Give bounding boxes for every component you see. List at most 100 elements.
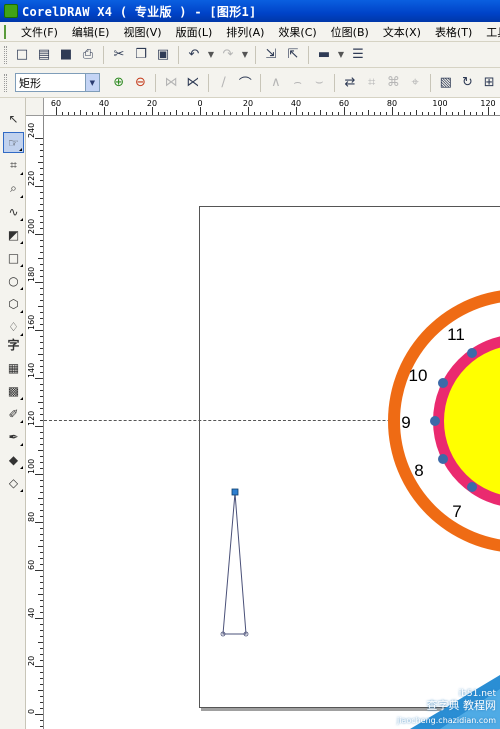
menu-bar: 文件(F) 编辑(E) 视图(V) 版面(L) 排列(A) 效果(C) 位图(B… (0, 22, 500, 42)
ruler-tick (40, 342, 43, 343)
redo-icon[interactable]: ↷ (217, 44, 239, 66)
ruler-tick (35, 666, 43, 667)
toolbar-grip[interactable] (4, 73, 7, 92)
watermark-url: jiaocheng.chazidian.com (396, 716, 496, 725)
ruler-tick (152, 107, 153, 115)
separator (429, 73, 431, 92)
add-node-icon[interactable]: ⊕ (108, 72, 130, 94)
table-tool-icon[interactable]: ▦ (3, 357, 24, 378)
ellipse-tool-icon[interactable]: ○ (3, 270, 24, 291)
ruler-tick (40, 534, 43, 535)
drawing-canvas[interactable]: 11 10 9 8 7 ib51.net 查字典 教程网 jiaocheng.c… (44, 116, 500, 729)
menu-view[interactable]: 视图(V) (116, 24, 168, 40)
outline-tool-icon[interactable]: ✒ (3, 426, 24, 447)
ruler-tick (35, 522, 43, 523)
clock-hand-shape[interactable] (220, 488, 249, 637)
undo-icon[interactable]: ↶ (183, 44, 205, 66)
application-launcher-icon[interactable]: ▬ (313, 44, 335, 66)
interactive-fill-icon[interactable]: ◇ (3, 472, 24, 493)
ruler-tick (40, 420, 43, 421)
zoom-tool-icon[interactable]: ⌕ (3, 178, 24, 199)
coreldraw-app-icon[interactable] (4, 4, 18, 18)
shape-type-select[interactable]: 矩形 ▼ (14, 73, 100, 92)
ruler-tick (35, 570, 43, 571)
ruler-tick (35, 714, 43, 715)
ruler-tick (272, 110, 273, 115)
break-curve-icon[interactable]: ⋉ (182, 72, 204, 94)
options-icon[interactable]: ☰ (347, 44, 369, 66)
eyedropper-tool-icon[interactable]: ✐ (3, 403, 24, 424)
smooth-node-icon[interactable]: ⌢ (287, 72, 309, 94)
ruler-tick (40, 246, 43, 247)
pick-tool-icon[interactable]: ↖ (3, 108, 24, 129)
redo-dropdown-icon[interactable]: ▼ (239, 44, 251, 66)
ruler-tick (40, 516, 43, 517)
menu-file[interactable]: 文件(F) (14, 24, 65, 40)
text-tool-icon[interactable]: 字 (3, 334, 24, 355)
ruler-origin[interactable] (26, 98, 44, 116)
align-nodes-icon[interactable]: ⊞ (478, 72, 500, 94)
rotate-nodes-icon[interactable]: ↻ (457, 72, 479, 94)
chevron-down-icon[interactable]: ▼ (84, 74, 99, 91)
ruler-tick (40, 702, 43, 703)
menu-tools[interactable]: 工具 (479, 24, 500, 40)
reverse-direction-icon[interactable]: ⇄ (339, 72, 361, 94)
ruler-tick (38, 642, 43, 643)
convert-to-curve-icon[interactable]: ⌒ (234, 72, 256, 94)
save-icon[interactable]: ■ (55, 44, 77, 66)
ruler-label: 20 (27, 655, 36, 666)
fill-tool-icon[interactable]: ◆ (3, 449, 24, 470)
extend-curve-icon[interactable]: ⌗ (361, 72, 383, 94)
separator (207, 73, 209, 92)
delete-node-icon[interactable]: ⊖ (130, 72, 152, 94)
import-icon[interactable]: ⇲ (260, 44, 282, 66)
rectangle-tool-icon[interactable]: □ (3, 247, 24, 268)
smart-fill-icon[interactable]: ◩ (3, 224, 24, 245)
menu-table[interactable]: 表格(T) (428, 24, 479, 40)
print-icon[interactable]: ⎙ (77, 44, 99, 66)
launcher-dropdown-icon[interactable]: ▼ (335, 44, 347, 66)
toolbar-grip[interactable] (4, 45, 7, 64)
ruler-tick (40, 582, 43, 583)
menu-layout[interactable]: 版面(L) (169, 24, 220, 40)
undo-dropdown-icon[interactable]: ▼ (205, 44, 217, 66)
ruler-tick (356, 112, 357, 115)
ruler-tick (434, 112, 435, 115)
cusp-node-icon[interactable]: ∧ (265, 72, 287, 94)
export-icon[interactable]: ⇱ (282, 44, 304, 66)
vertical-ruler[interactable]: 240 220 200 180 160 140 120 100 80 60 40… (26, 116, 44, 729)
clock-graphic[interactable]: 11 10 9 8 7 (388, 289, 500, 553)
horizontal-ruler[interactable]: 60 40 20 0 20 40 60 80 100 120 (44, 98, 500, 116)
document-icon[interactable] (4, 24, 6, 39)
ruler-tick (104, 107, 105, 115)
polygon-tool-icon[interactable]: ⬡ (3, 293, 24, 314)
extract-subpath-icon[interactable]: ⌘ (383, 72, 405, 94)
menu-effects[interactable]: 效果(C) (271, 24, 323, 40)
ruler-tick (236, 112, 237, 115)
menu-edit[interactable]: 编辑(E) (65, 24, 117, 40)
auto-close-icon[interactable]: ⌖ (404, 72, 426, 94)
ruler-tick (110, 112, 111, 115)
ruler-tick (40, 348, 43, 349)
interactive-blend-icon[interactable]: ▩ (3, 380, 24, 401)
menu-bitmaps[interactable]: 位图(B) (324, 24, 376, 40)
ruler-tick (40, 492, 43, 493)
join-nodes-icon[interactable]: ⋈ (160, 72, 182, 94)
cut-icon[interactable]: ✂ (108, 44, 130, 66)
crop-tool-icon[interactable]: ⌗ (3, 155, 24, 176)
paste-icon[interactable]: ▣ (152, 44, 174, 66)
ruler-tick (428, 112, 429, 115)
copy-icon[interactable]: ❐ (130, 44, 152, 66)
stretch-nodes-icon[interactable]: ▧ (435, 72, 457, 94)
open-folder-icon[interactable]: ▤ (33, 44, 55, 66)
freehand-tool-icon[interactable]: ∿ (3, 201, 24, 222)
clock-hand-outline (222, 492, 247, 635)
convert-to-line-icon[interactable]: ∕ (213, 72, 235, 94)
shape-type-value: 矩形 (18, 76, 41, 90)
symmetrical-node-icon[interactable]: ⌣ (308, 72, 330, 94)
menu-arrange[interactable]: 排列(A) (219, 24, 271, 40)
ruler-tick (40, 684, 43, 685)
menu-text[interactable]: 文本(X) (376, 24, 428, 40)
new-document-icon[interactable]: □ (11, 44, 33, 66)
shape-tool-icon[interactable]: ☞ (3, 132, 24, 153)
